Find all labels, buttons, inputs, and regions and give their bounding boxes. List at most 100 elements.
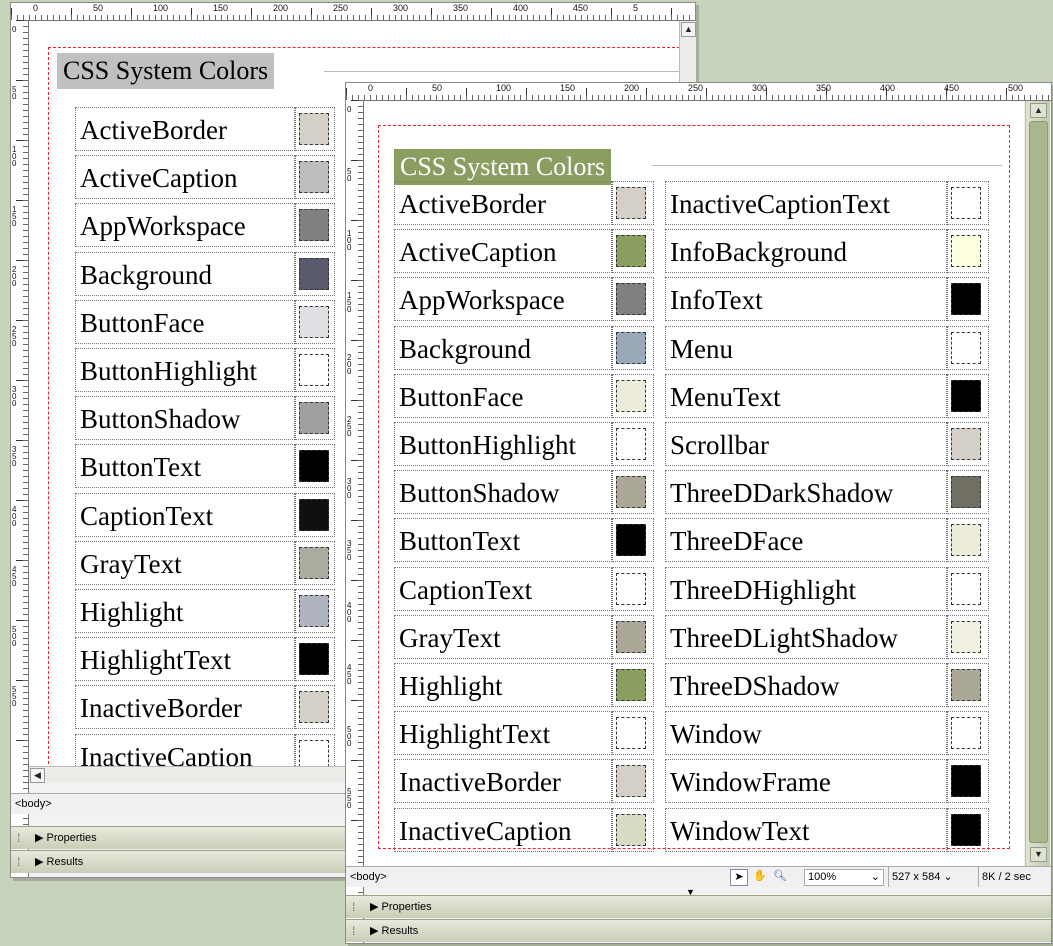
color-row: InfoBackground	[665, 229, 989, 275]
color-swatch	[616, 524, 646, 557]
swatch-cell	[612, 229, 654, 274]
color-swatch	[951, 717, 981, 750]
color-swatch	[299, 643, 329, 676]
color-name: Background	[394, 325, 612, 370]
color-row: InactiveCaption	[394, 807, 654, 854]
panel-label: Results	[46, 856, 84, 868]
color-row: Highlight	[75, 589, 335, 635]
scroll-up-arrow-icon[interactable]: ▲	[1030, 103, 1047, 118]
color-name: Menu	[665, 325, 947, 370]
swatch-cell	[947, 807, 989, 852]
ruler-label: 0	[368, 83, 374, 93]
color-swatch	[299, 209, 329, 242]
ruler-label: 250	[688, 83, 704, 93]
results-panel-header[interactable]: ▶ Results	[346, 919, 1051, 942]
swatch-cell	[295, 155, 335, 200]
color-name: WindowFrame	[665, 759, 947, 804]
swatch-cell	[612, 711, 654, 756]
color-name: Window	[665, 711, 947, 756]
color-name: CaptionText	[394, 566, 612, 611]
swatch-cell	[295, 589, 335, 633]
horizontal-ruler[interactable]: 0 50 100 150 200 250 300 350 400 450 500	[346, 83, 1051, 101]
ruler-label: 250	[347, 415, 352, 438]
triangle-right-icon: ▶	[35, 856, 47, 868]
ruler-label: 150	[347, 291, 352, 314]
zoom-tool-icon[interactable]: 🔍︎	[772, 869, 788, 884]
ruler-label: 5	[633, 3, 639, 13]
ruler-label: 350	[347, 539, 352, 562]
color-row: CaptionText	[394, 566, 654, 613]
color-swatch	[299, 305, 329, 338]
color-name: GrayText	[394, 614, 612, 659]
swatch-cell	[612, 663, 654, 707]
design-view-canvas[interactable]: CSS System Colors ActiveBorder ActiveCapt…	[364, 101, 1024, 866]
scroll-up-arrow-icon[interactable]: ▲	[681, 22, 696, 37]
color-swatch	[616, 235, 646, 268]
color-name: InactiveCaption	[394, 807, 612, 852]
vertical-ruler[interactable]: 0 50 100 150 200 250 300 350 400 450 500…	[11, 20, 29, 877]
color-name: ActiveCaption	[394, 229, 612, 274]
color-row: ButtonShadow	[75, 396, 335, 442]
swatch-cell	[612, 807, 654, 852]
chevron-down-icon: ⌄	[870, 871, 880, 883]
color-swatch	[951, 572, 981, 605]
color-name: ThreeDDarkShadow	[665, 470, 947, 515]
color-swatch	[616, 283, 646, 316]
color-row: InactiveCaptionText	[665, 181, 989, 227]
ruler-label: 400	[513, 3, 529, 13]
window-size-menu[interactable]: 527 x 584 ⌄	[888, 867, 953, 887]
ruler-label: 500	[347, 725, 352, 748]
tag-selector[interactable]: <body>	[350, 867, 387, 887]
color-swatch	[951, 524, 981, 557]
color-swatch	[616, 572, 646, 605]
color-name: ActiveBorder	[75, 107, 295, 151]
swatch-cell	[295, 492, 335, 537]
color-swatch	[299, 113, 329, 145]
swatch-cell	[947, 229, 989, 274]
color-swatch	[616, 669, 646, 701]
swatch-cell	[295, 203, 335, 248]
ruler-label: 100	[496, 83, 512, 93]
panel-label: Properties	[381, 901, 432, 913]
color-row: HighlightText	[394, 711, 654, 757]
scrollbar-thumb[interactable]	[1029, 121, 1048, 843]
color-name: ButtonFace	[394, 373, 612, 418]
color-row: ActiveBorder	[394, 181, 654, 227]
ruler-label: 50	[432, 83, 443, 93]
color-row: ActiveBorder	[75, 107, 335, 153]
properties-panel-header[interactable]: ▶ Properties	[346, 895, 1051, 918]
color-name: ButtonHighlight	[75, 348, 295, 392]
color-swatch	[616, 331, 646, 364]
color-row: InactiveBorder	[394, 759, 654, 805]
ruler-label: 0	[12, 25, 17, 34]
zoom-select[interactable]: 100% ⌄	[804, 869, 884, 886]
ruler-label: 100	[347, 229, 352, 252]
scroll-down-arrow-icon[interactable]: ▼	[1030, 847, 1047, 862]
panel-label: Results	[381, 925, 419, 937]
ruler-label: 0	[33, 3, 39, 13]
color-name: InactiveBorder	[394, 759, 612, 804]
color-name: ButtonHighlight	[394, 422, 612, 466]
color-swatch	[299, 498, 329, 531]
ruler-label: 300	[393, 3, 409, 13]
ruler-label: 300	[347, 477, 352, 500]
ruler-label: 150	[213, 3, 229, 13]
pointer-tool-icon[interactable]: ➤	[730, 869, 748, 886]
swatch-cell	[947, 711, 989, 756]
color-name: ButtonFace	[75, 299, 295, 344]
ruler-label: 450	[944, 83, 960, 93]
scroll-left-arrow-icon[interactable]: ◀	[30, 768, 45, 783]
color-row: WindowFrame	[665, 759, 989, 805]
color-swatch	[616, 813, 646, 846]
hand-tool-icon[interactable]: ✋	[752, 869, 768, 884]
swatch-cell	[295, 348, 335, 392]
swatch-cell	[295, 251, 335, 296]
vertical-ruler[interactable]: 0 50 100 150 200 250 300 350 400 450 500…	[346, 100, 364, 943]
swatch-cell	[612, 614, 654, 659]
horizontal-ruler[interactable]: 0 50 100 150 200 250 300 350 400 450 5	[11, 3, 695, 21]
swatch-cell	[947, 422, 989, 466]
page-heading: CSS System Colors	[57, 53, 275, 89]
color-name: InactiveBorder	[75, 685, 295, 730]
vertical-scrollbar[interactable]: ▲ ▼	[1025, 101, 1050, 866]
color-name: InfoText	[665, 277, 947, 322]
